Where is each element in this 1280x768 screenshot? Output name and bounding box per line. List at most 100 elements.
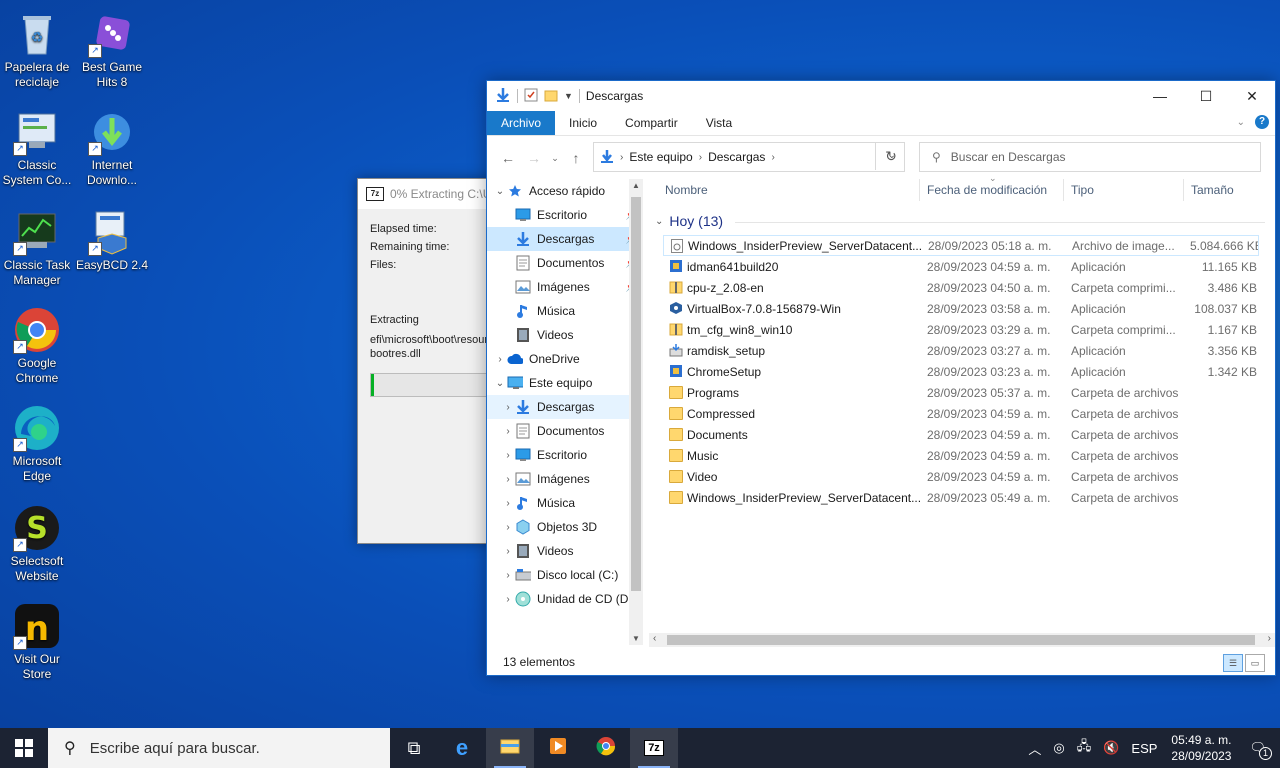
breadcrumb-chevron-icon-2[interactable]: › [699,152,702,163]
collapse-chevron-icon[interactable]: ⌄ [493,378,507,389]
explorer-titlebar[interactable]: ▼ Descargas — ☐ ✕ [487,81,1275,111]
nav-item-este-equipo[interactable]: ⌄ Este equipo [487,371,643,395]
desktop-icon-store[interactable]: n ↗ Visit Our Store [0,598,74,682]
recent-locations-chevron-icon[interactable]: ⌄ [547,153,563,164]
up-arrow-icon[interactable]: ↑ [563,150,589,166]
forward-arrow-icon[interactable]: → [521,150,547,166]
minimize-button[interactable]: — [1137,81,1183,111]
taskbar-7zip[interactable]: 7z [630,728,678,768]
taskbar-search-box[interactable]: ⚲ Escribe aquí para buscar. [48,728,390,768]
scrollbar-thumb[interactable] [631,197,641,591]
nav-item-onedrive[interactable]: › OneDrive [487,347,643,371]
tab-archivo[interactable]: Archivo [487,111,556,135]
scroll-left-icon[interactable]: ‹ [653,633,656,644]
taskbar-internet-explorer[interactable]: e [438,728,486,768]
nav-item-unidad-de-cd-d[interactable]: › Unidad de CD (D [487,587,643,611]
nav-item-música[interactable]: › Música [487,491,643,515]
search-box[interactable]: ⚲ Buscar en Descargas [919,142,1261,172]
column-header-date[interactable]: Fecha de modificación [927,183,1047,197]
properties-icon[interactable] [524,88,538,105]
scroll-up-icon[interactable]: ▲ [629,181,643,190]
taskbar-file-explorer[interactable] [486,728,534,768]
desktop-icon-easybcd[interactable]: ↗ EasyBCD 2.4 [75,204,149,273]
refresh-button[interactable]: ↻ [875,142,906,170]
expand-chevron-icon[interactable]: › [493,354,507,365]
expand-chevron-icon[interactable]: › [501,570,515,581]
file-explorer-window[interactable]: ▼ Descargas — ☐ ✕ Archivo Inicio Compart… [486,80,1276,676]
expand-chevron-icon[interactable]: › [501,402,515,413]
nav-item-videos[interactable]: Videos [487,323,643,347]
scroll-down-icon[interactable]: ▼ [629,634,643,643]
horizontal-scrollbar-thumb[interactable] [667,635,1255,645]
navigation-pane-scrollbar[interactable]: ▲ ▼ [629,179,643,645]
column-header-size[interactable]: Tamaño [1191,183,1234,197]
nav-item-documentos[interactable]: › Documentos [487,419,643,443]
network-icon[interactable]: 🖧 [1077,737,1092,759]
tab-inicio[interactable]: Inicio [555,111,611,135]
file-row[interactable]: Windows_InsiderPreview_ServerDatacent...… [663,235,1259,256]
column-divider[interactable] [919,179,920,201]
collapse-chevron-icon[interactable]: ⌄ [493,186,507,197]
nav-item-disco-local-c[interactable]: › Disco local (C:) [487,563,643,587]
file-row[interactable]: idman641build20 28/09/2023 04:59 a. m. Apl… [663,256,1259,277]
expand-chevron-icon[interactable]: › [501,474,515,485]
breadcrumb-descargas[interactable]: Descargas [708,150,765,164]
desktop-icon-classic-system[interactable]: ↗ Classic System Co... [0,104,74,188]
expand-chevron-icon[interactable]: › [501,546,515,557]
maximize-button[interactable]: ☐ [1183,81,1229,111]
task-view-button[interactable]: ⧉ [390,728,438,768]
desktop-icon-selectsoft[interactable]: S ↗ Selectsoft Website [0,500,74,584]
clock[interactable]: 05:49 a. m. 28/09/2023 [1171,732,1231,764]
expand-ribbon-chevron-icon[interactable]: ⌄ [1237,117,1245,128]
nav-item-escritorio[interactable]: Escritorio📌 [487,203,643,227]
expand-chevron-icon[interactable]: › [501,498,515,509]
group-collapse-chevron-icon[interactable]: ⌄ [655,216,663,227]
help-icon[interactable]: ? [1255,115,1269,129]
language-indicator[interactable]: ESP [1131,741,1157,756]
breadcrumb-este-equipo[interactable]: Este equipo [629,150,692,164]
tab-vista[interactable]: Vista [692,111,746,135]
tab-compartir[interactable]: Compartir [611,111,692,135]
nav-item-música[interactable]: Música [487,299,643,323]
file-row[interactable]: ChromeSetup 28/09/2023 03:23 a. m. Aplicac… [663,361,1259,382]
nav-item-imágenes[interactable]: Imágenes📌 [487,275,643,299]
file-row[interactable]: Documents 28/09/2023 04:59 a. m. Carpeta d… [663,424,1259,445]
nav-item-escritorio[interactable]: › Escritorio [487,443,643,467]
nav-item-descargas[interactable]: Descargas📌 [487,227,643,251]
desktop-icon-idm[interactable]: ↗ Internet Downlo... [75,104,149,188]
start-button[interactable] [0,728,48,768]
details-view-button[interactable]: ☰ [1223,654,1243,672]
webcam-icon[interactable]: ◎ [1053,740,1064,756]
file-row[interactable]: ramdisk_setup 28/09/2023 03:27 a. m. Aplic… [663,340,1259,361]
breadcrumb-chevron-icon[interactable]: › [620,152,623,163]
extract-window-titlebar[interactable]: 7z 0% Extracting C:\U [358,179,498,209]
desktop-icon-edge[interactable]: ↗ Microsoft Edge [0,400,74,484]
column-header-type[interactable]: Tipo [1071,183,1094,197]
nav-item-videos[interactable]: › Videos [487,539,643,563]
file-row[interactable]: cpu-z_2.08-en 28/09/2023 04:50 a. m. Carpe… [663,277,1259,298]
column-divider-2[interactable] [1063,179,1064,201]
extract-progress-window[interactable]: 7z 0% Extracting C:\U Elapsed time: Rema… [357,178,499,544]
file-row[interactable]: VirtualBox-7.0.8-156879-Win 28/09/2023 03… [663,298,1259,319]
expand-chevron-icon[interactable]: › [501,522,515,533]
file-row[interactable]: Video 28/09/2023 04:59 a. m. Carpeta de ar… [663,466,1259,487]
large-icons-view-button[interactable]: ▭ [1245,654,1265,672]
nav-item-documentos[interactable]: Documentos📌 [487,251,643,275]
nav-item-descargas[interactable]: › Descargas [487,395,643,419]
desktop-icon-recycle-bin[interactable]: ♻ Papelera de reciclaje [0,6,74,90]
file-row[interactable]: Windows_InsiderPreview_ServerDatacent...… [663,487,1259,508]
volume-muted-icon[interactable]: 🔇 [1103,740,1119,756]
expand-chevron-icon[interactable]: › [501,450,515,461]
back-arrow-icon[interactable]: ← [495,150,521,166]
scroll-right-icon[interactable]: › [1268,633,1271,644]
nav-item-imágenes[interactable]: › Imágenes [487,467,643,491]
desktop-icon-task-manager[interactable]: ↗ Classic Task Manager [0,204,74,288]
expand-chevron-icon[interactable]: › [501,426,515,437]
file-row[interactable]: Compressed 28/09/2023 04:59 a. m. Carpeta … [663,403,1259,424]
file-row[interactable]: Music 28/09/2023 04:59 a. m. Carpeta de ar… [663,445,1259,466]
breadcrumb-chevron-icon-3[interactable]: › [771,152,774,163]
group-header-today[interactable]: ⌄ Hoy (13) [655,213,1265,229]
desktop-icon-chrome[interactable]: ↗ Google Chrome [0,302,74,386]
notifications-button[interactable]: 🗨 1 [1249,740,1272,760]
customize-toolbar-chevron-icon[interactable]: ▼ [564,91,573,101]
